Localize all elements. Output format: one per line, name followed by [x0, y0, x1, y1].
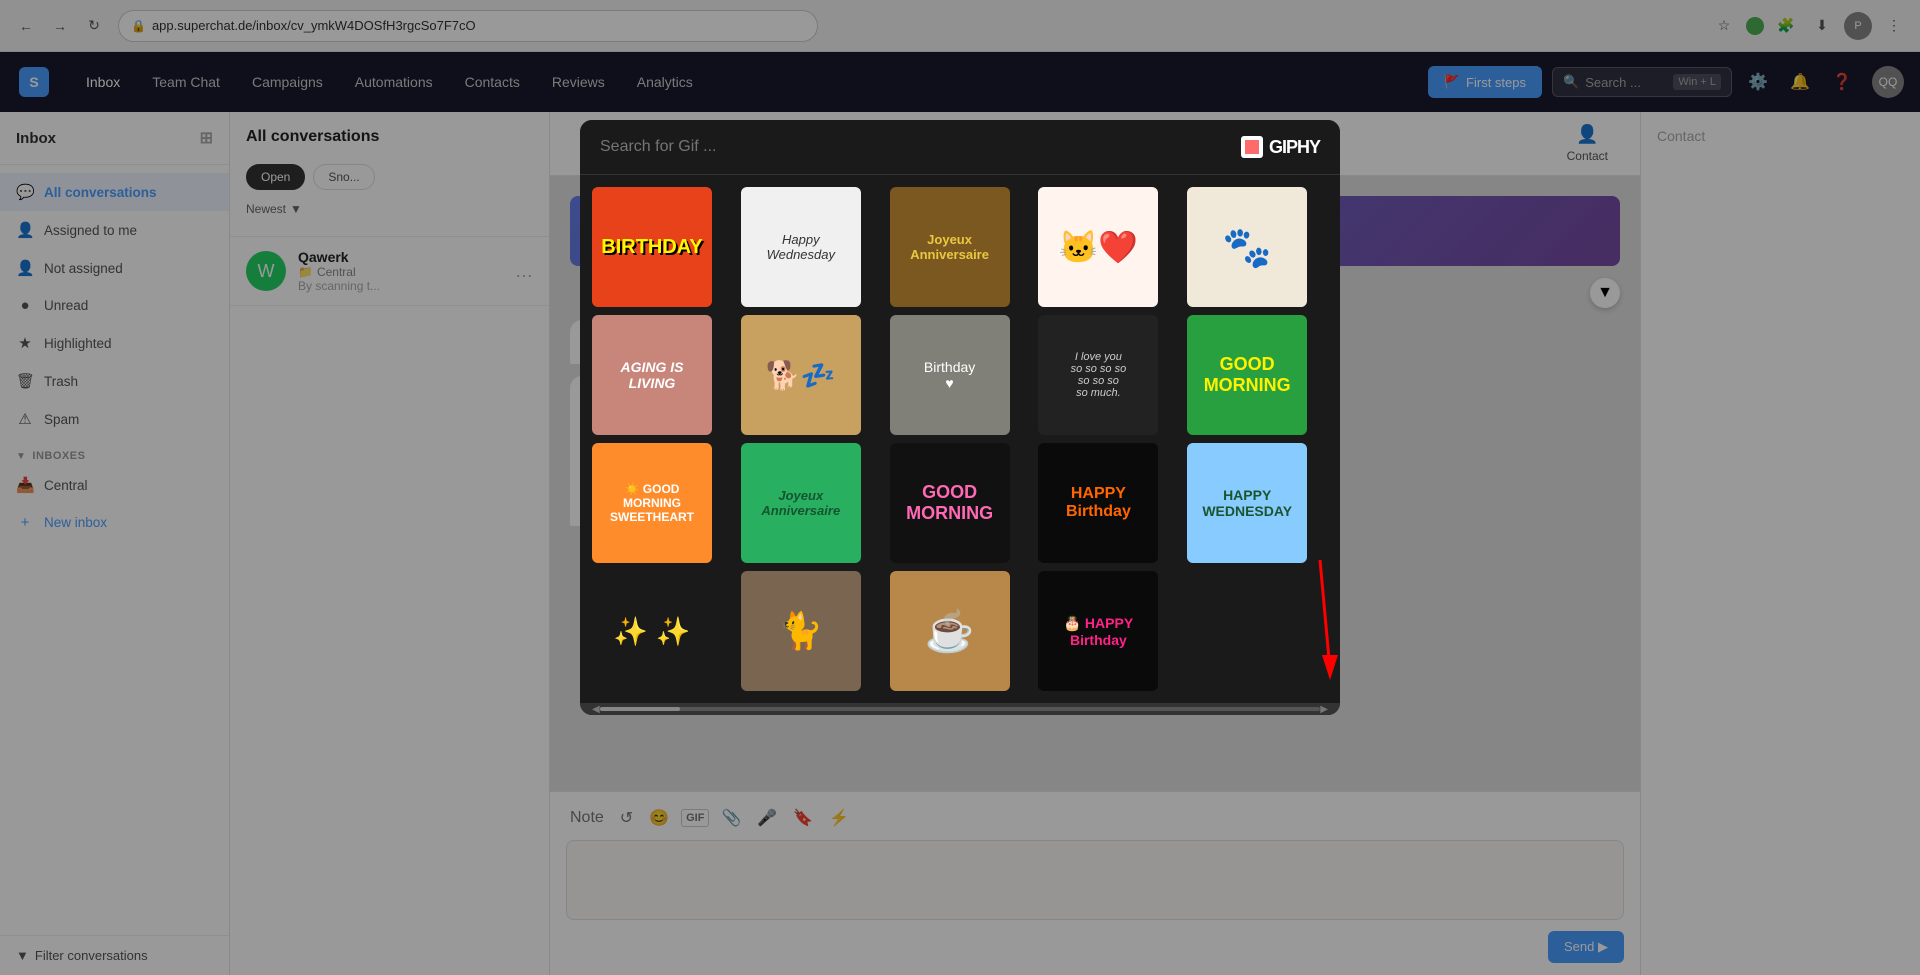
gif-item-13[interactable]: HAPPY Birthday — [1038, 443, 1158, 563]
gif-item-15[interactable]: ✨ ✨ — [592, 571, 712, 691]
gif-item-7[interactable]: Birthday ♥ — [890, 315, 1010, 435]
scroll-right-arrow[interactable]: ▶ — [1320, 704, 1328, 715]
gif-item-1[interactable]: Happy Wednesday — [741, 187, 861, 307]
gif-item-17[interactable]: ☕ — [890, 571, 1010, 691]
gif-item-6[interactable]: 🐕💤 — [741, 315, 861, 435]
gif-item-8[interactable]: I love you so so so so so so so so much. — [1038, 315, 1158, 435]
gif-item-3[interactable]: 🐱❤️ — [1038, 187, 1158, 307]
giphy-header: GIPHY — [580, 120, 1340, 175]
gif-item-16[interactable]: 🐈 — [741, 571, 861, 691]
giphy-grid: BIRTHDAYHappy WednesdayJoyeux Anniversai… — [592, 187, 1328, 691]
giphy-logo-inner — [1245, 140, 1259, 154]
red-arrow-indicator — [1300, 560, 1340, 695]
gif-item-2[interactable]: Joyeux Anniversaire — [890, 187, 1010, 307]
giphy-logo-text: GIPHY — [1269, 137, 1320, 158]
giphy-grid-container[interactable]: BIRTHDAYHappy WednesdayJoyeux Anniversai… — [580, 175, 1340, 703]
giphy-logo-box — [1241, 136, 1263, 158]
giphy-scrollbar: ◀ ▶ — [580, 703, 1340, 715]
giphy-logo: GIPHY — [1241, 136, 1320, 158]
scrollbar-thumb — [600, 707, 680, 711]
gif-item-18[interactable]: 🎂 HAPPY Birthday — [1038, 571, 1158, 691]
modal-overlay[interactable]: GIPHY BIRTHDAYHappy WednesdayJoyeux Anni… — [0, 0, 1920, 975]
gif-item-12[interactable]: GOOD MORNING — [890, 443, 1010, 563]
gif-item-4[interactable]: 🐾 — [1187, 187, 1307, 307]
gif-item-11[interactable]: Joyeux Anniversaire — [741, 443, 861, 563]
giphy-search-input[interactable] — [600, 138, 1229, 156]
gif-item-14[interactable]: HAPPY WEDNESDAY — [1187, 443, 1307, 563]
gif-item-10[interactable]: ☀️ GOOD MORNING SWEETHEART — [592, 443, 712, 563]
scroll-left-arrow[interactable]: ◀ — [592, 704, 600, 715]
gif-item-0[interactable]: BIRTHDAY — [592, 187, 712, 307]
scrollbar-track — [600, 707, 1321, 711]
giphy-modal: GIPHY BIRTHDAYHappy WednesdayJoyeux Anni… — [580, 120, 1340, 715]
gif-item-5[interactable]: AGING IS LIVING — [592, 315, 712, 435]
gif-item-9[interactable]: GOOD MORNING — [1187, 315, 1307, 435]
